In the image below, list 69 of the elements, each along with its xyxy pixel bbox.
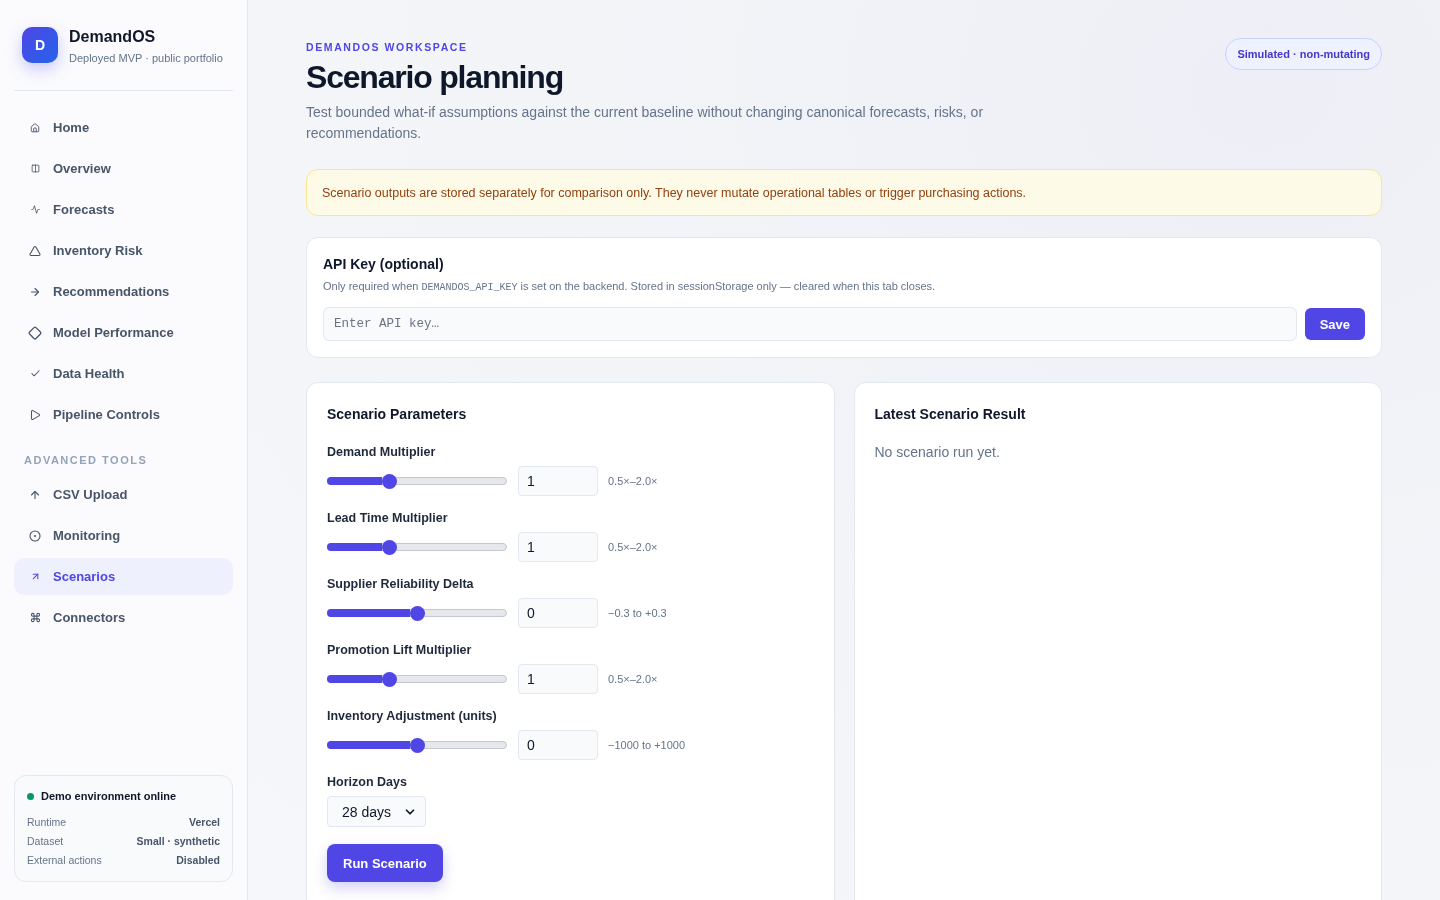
- pulse-icon: [30, 205, 40, 214]
- parameter-label: Demand Multiplier: [327, 444, 437, 460]
- nav-item[interactable]: Overview: [14, 150, 233, 187]
- range-hint: 0.5×–2.0×: [608, 475, 658, 487]
- run-scenario-button[interactable]: Run Scenario: [327, 844, 443, 882]
- page-title: Scenario planning: [306, 58, 564, 96]
- slider-thumb[interactable]: [381, 539, 397, 555]
- columns-icon: [30, 164, 40, 173]
- triangle-icon: [29, 244, 41, 257]
- brand-name: DemandOS: [69, 28, 157, 46]
- value-input[interactable]: 1: [518, 664, 598, 694]
- house-icon: [30, 122, 40, 133]
- arrow-right-icon: [29, 285, 41, 298]
- value-input[interactable]: 0: [518, 730, 598, 760]
- status-label: External actions: [27, 853, 102, 866]
- circle-dot-icon: [29, 529, 41, 542]
- nav-item[interactable]: Monitoring: [14, 517, 233, 554]
- status-title: Demo environment online: [41, 790, 177, 802]
- status-label: Dataset: [27, 834, 64, 847]
- value-input[interactable]: 1: [518, 466, 598, 496]
- nav-item[interactable]: CSV Upload: [14, 476, 233, 513]
- brand-tagline: Deployed MVP · public portfolio: [69, 52, 223, 65]
- status-label: Runtime: [27, 815, 67, 828]
- parameter-label: Promotion Lift Multiplier: [327, 642, 473, 658]
- slider-thumb[interactable]: [381, 473, 397, 489]
- nav-item[interactable]: Home: [14, 109, 233, 146]
- help-text: Only required when DEMANDOS_API_KEY is set on the backend. Stored in sessionStorage only — cleared when this tab closes.: [323, 279, 937, 295]
- range-hint: 0.5×–2.0×: [608, 541, 658, 553]
- nav-section-heading: ADVANCED TOOLS: [23, 454, 149, 467]
- play-icon: [29, 408, 41, 421]
- range-hint: −1000 to +1000: [608, 739, 686, 751]
- slider-thumb[interactable]: [381, 671, 397, 687]
- nav-item[interactable]: Scenarios: [14, 558, 233, 595]
- notice-banner: Scenario outputs are stored separately for comparison only. They never mutate operational tables or trigger purchasing actions.: [306, 169, 1382, 216]
- page-description: Test bounded what-if assumptions against the current baseline without changing canonical forecasts, risks, or recommendations.: [306, 103, 985, 143]
- parameter-label: Supplier Reliability Delta: [327, 576, 475, 592]
- status-value: Vercel: [189, 815, 220, 828]
- status-value: Small · synthetic: [136, 834, 220, 847]
- card-title: Latest Scenario Result: [874, 406, 1027, 423]
- value-input[interactable]: 1: [518, 532, 598, 562]
- command-icon: [29, 612, 41, 623]
- nav-item[interactable]: Forecasts: [14, 191, 233, 228]
- nav-item[interactable]: Inventory Risk: [14, 232, 233, 269]
- horizon-select[interactable]: 28 days: [327, 796, 427, 827]
- range-hint: 0.5×–2.0×: [608, 673, 658, 685]
- parameter-label: Horizon Days: [327, 774, 408, 790]
- check-icon: [29, 368, 41, 379]
- parameter-label: Lead Time Multiplier: [327, 510, 449, 526]
- api-key-input[interactable]: Enter API key…: [323, 307, 1297, 341]
- nav-item[interactable]: Connectors: [14, 599, 233, 636]
- card-title: API Key (optional): [323, 256, 445, 273]
- nav-item[interactable]: Data Health: [14, 355, 233, 392]
- parameter-label: Inventory Adjustment (units): [327, 708, 498, 724]
- nav-item[interactable]: Pipeline Controls: [14, 396, 233, 433]
- diamond-icon: [28, 325, 42, 340]
- nav-item[interactable]: Model Performance: [14, 314, 233, 351]
- slider-thumb[interactable]: [409, 605, 425, 621]
- nav-item[interactable]: Recommendations: [14, 273, 233, 310]
- slider-thumb[interactable]: [409, 737, 425, 753]
- empty-message: No scenario run yet.: [874, 444, 1001, 460]
- value-input[interactable]: 0: [518, 598, 598, 628]
- eyebrow-text: DEMANDOS WORKSPACE: [306, 41, 469, 53]
- mode-badge: Simulated · non-mutating: [1225, 38, 1382, 70]
- logo: D: [22, 27, 58, 63]
- arrow-up-icon: [29, 488, 41, 501]
- status-value: Disabled: [176, 853, 220, 866]
- range-hint: −0.3 to +0.3: [608, 607, 667, 619]
- card-title: Scenario Parameters: [327, 406, 468, 423]
- save-button[interactable]: Save: [1304, 308, 1365, 340]
